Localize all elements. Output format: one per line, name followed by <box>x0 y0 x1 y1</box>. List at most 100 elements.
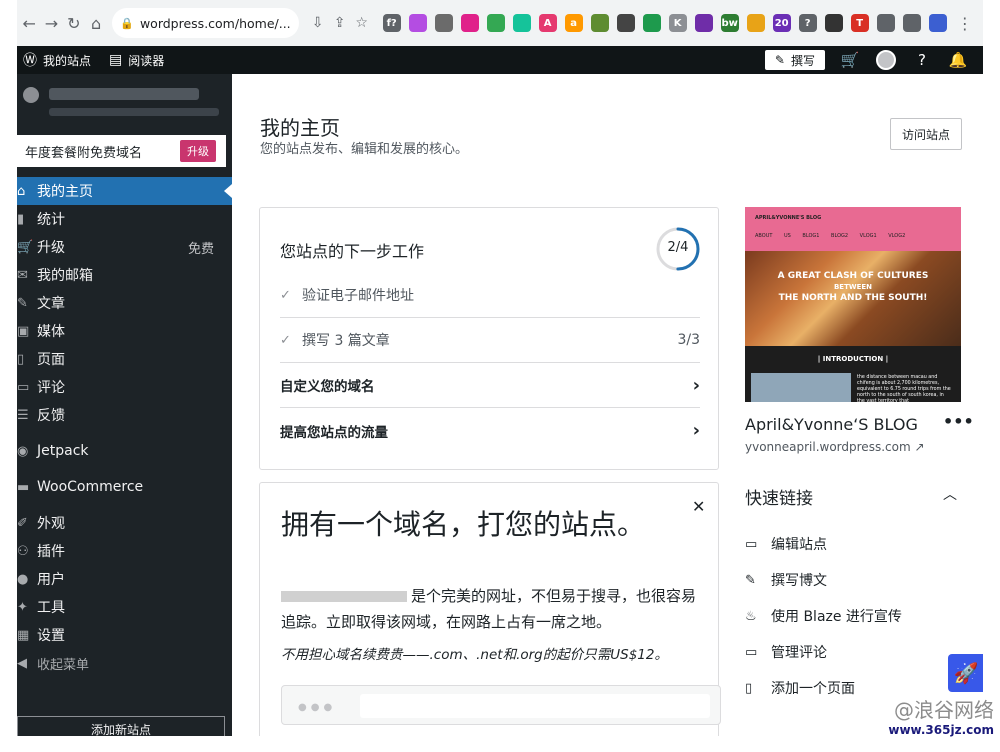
main-content: 我的主页 您的站点发布、编辑和发展的核心。 访问站点 您站点的下一步工作 2/4… <box>232 74 983 736</box>
sidebar-item-collapse[interactable]: ◀ 收起菜单 <box>17 649 232 677</box>
bw-extension-icon[interactable]: bw <box>720 14 739 32</box>
visit-site-button[interactable]: 访问站点 <box>890 118 962 150</box>
settings-icon: ▦ <box>17 627 30 643</box>
address-bar[interactable]: 🔒 wordpress.com/home/... <box>112 8 299 38</box>
sidebar-item-label: 我的主页 <box>37 184 93 200</box>
badge-extension-icon[interactable]: 20 <box>772 14 791 32</box>
share-icon[interactable]: ⇪ <box>329 15 351 31</box>
sidebar-item-media[interactable]: ▣ 媒体 <box>17 317 232 345</box>
stats-icon: ▮ <box>17 211 25 227</box>
lock-icon[interactable]: 🔒 <box>120 17 134 30</box>
avatar[interactable] <box>875 49 897 71</box>
sidebar-item-comments[interactable]: ▭ 评论 <box>17 373 232 401</box>
notifications-icon[interactable]: 🔔 <box>947 49 969 71</box>
camera-extension-icon[interactable] <box>434 14 453 32</box>
sidebar-item-users[interactable]: ● 用户 <box>17 565 232 593</box>
bank-extension-icon[interactable] <box>824 14 843 32</box>
task-item[interactable]: 提高您站点的流量 › <box>280 408 700 453</box>
close-icon[interactable]: ✕ <box>692 497 705 516</box>
sidebar-item-posts[interactable]: ✎ 文章 <box>17 289 232 317</box>
quick-link-label: 使用 Blaze 进行宣传 <box>771 609 902 625</box>
k-extension-icon[interactable]: K <box>668 14 687 32</box>
a-extension-icon[interactable]: A <box>538 14 557 32</box>
sidebar-item-upgrades[interactable]: 🛒 升级 免费 <box>17 233 232 261</box>
task-item[interactable]: ✓ 验证电子邮件地址 <box>280 273 700 318</box>
glasses-extension-icon[interactable] <box>590 14 609 32</box>
sidebar-item-feedback[interactable]: ☰ 反馈 <box>17 401 232 429</box>
back-icon[interactable]: ← <box>21 12 37 34</box>
green-doc-extension-icon[interactable] <box>486 14 505 32</box>
install-icon[interactable]: ⇩ <box>307 15 329 31</box>
cart-icon[interactable]: 🛒 <box>839 49 861 71</box>
sidebar-item-jetpack[interactable]: ◉ Jetpack <box>17 437 232 465</box>
domain-body: 是个完美的网址，不但易于搜寻，也很容易追踪。立即取得该网域，在网路上占有一席之地… <box>281 587 697 631</box>
profile-extension-icon[interactable] <box>928 14 947 32</box>
sun-extension-icon[interactable] <box>746 14 765 32</box>
rocket-help-icon[interactable]: 🚀 <box>948 654 983 692</box>
add-new-site-button[interactable]: 添加新站点 <box>17 716 225 736</box>
task-item[interactable]: 自定义您的域名 › <box>280 363 700 408</box>
bookmark-star-icon[interactable]: ☆ <box>351 15 373 31</box>
sidebar-item-label: 我的邮箱 <box>37 268 93 284</box>
jetpack-icon: ◉ <box>17 443 29 459</box>
sidebar-item-settings[interactable]: ▦ 设置 <box>17 621 232 649</box>
quick-link-item[interactable]: ▭ 编辑站点 <box>745 526 965 562</box>
quick-link-item[interactable]: ✎ 撰写博文 <box>745 562 965 598</box>
sidebar: 年度套餐附免费域名 升级 ⌂ 我的主页 ▮ 统计 🛒 升级 免费 ✉ 我的邮箱 ✎ 文章 ▣ 媒体 ▯ 页面… <box>17 74 232 736</box>
plugin-icon: ⚇ <box>17 543 29 559</box>
help-extension-icon[interactable]: ? <box>798 14 817 32</box>
task-item[interactable]: ✓ 撰写 3 篇文章 3/3 <box>280 318 700 363</box>
quick-link-item[interactable]: ▭ 管理评论 <box>745 634 965 670</box>
my-site-link[interactable]: Ⓦ 我的站点 <box>17 46 97 74</box>
calculator-extension-icon[interactable] <box>616 14 635 32</box>
progress-label: 2/4 <box>667 240 689 255</box>
forward-icon[interactable]: → <box>43 12 59 34</box>
sidebar-item-home[interactable]: ⌂ 我的主页 <box>17 177 232 205</box>
site-switcher[interactable] <box>17 74 232 134</box>
site-icon <box>23 87 39 103</box>
pink-extension-icon[interactable] <box>460 14 479 32</box>
home-icon[interactable]: ⌂ <box>88 12 104 34</box>
sidebar-item-label: 评论 <box>37 380 65 396</box>
site-preview-thumbnail[interactable]: APRIL&YVONNE'S BLOG ABOUT US BLOG1 BLOG2… <box>745 207 961 402</box>
write-button[interactable]: ✎ 撰写 <box>764 50 825 70</box>
sidebar-item-appearance[interactable]: ✐ 外观 <box>17 509 232 537</box>
puzzle-extension-icon[interactable] <box>876 14 895 32</box>
green-circle-extension-icon[interactable] <box>642 14 661 32</box>
quick-link-label: 撰写博文 <box>771 573 827 589</box>
comment-icon: ▭ <box>17 379 30 395</box>
sidebar-item-label: 设置 <box>37 628 65 644</box>
help-icon[interactable]: ? <box>911 49 933 71</box>
quick-link-label: 编辑站点 <box>771 537 827 553</box>
grammarly-extension-icon[interactable] <box>512 14 531 32</box>
external-link-icon: ↗ <box>914 440 925 454</box>
page-icon: ▯ <box>745 680 753 696</box>
sidebar-item-tools[interactable]: ✦ 工具 <box>17 593 232 621</box>
reload-icon[interactable]: ↻ <box>66 12 82 34</box>
mock-browser-illustration: ●●● <box>281 685 721 725</box>
more-options-icon[interactable]: ••• <box>943 412 974 431</box>
sidebar-item-plugins[interactable]: ⚇ 插件 <box>17 537 232 565</box>
feather-extension-icon[interactable] <box>408 14 427 32</box>
task-label: 自定义您的域名 <box>280 379 375 395</box>
upsell-banner[interactable]: 年度套餐附免费域名 升级 <box>17 135 226 167</box>
reader-link[interactable]: ▤ 阅读器 <box>103 46 170 74</box>
panel-extension-icon[interactable] <box>902 14 921 32</box>
chevron-up-icon[interactable]: ︿ <box>943 484 957 504</box>
fx-extension-icon[interactable]: f? <box>382 14 401 32</box>
blog-url[interactable]: yvonneapril.wordpress.com ↗ <box>745 440 925 454</box>
menu-dots-icon[interactable]: ⋮ <box>957 12 973 34</box>
sidebar-item-label: 反馈 <box>37 408 65 424</box>
chart-extension-icon[interactable] <box>694 14 713 32</box>
sidebar-item-inbox[interactable]: ✉ 我的邮箱 <box>17 261 232 289</box>
sidebar-item-label: 文章 <box>37 296 65 312</box>
sidebar-item-stats[interactable]: ▮ 统计 <box>17 205 232 233</box>
amazon-extension-icon[interactable]: a <box>564 14 583 32</box>
sidebar-item-woocommerce[interactable]: ▬ WooCommerce <box>17 473 232 501</box>
upgrade-button[interactable]: 升级 <box>180 140 216 162</box>
t-extension-icon[interactable]: T <box>850 14 869 32</box>
brush-icon: ✐ <box>17 515 28 531</box>
quick-link-item[interactable]: ♨ 使用 Blaze 进行宣传 <box>745 598 965 634</box>
sidebar-item-pages[interactable]: ▯ 页面 <box>17 345 232 373</box>
check-icon: ✓ <box>280 287 291 303</box>
